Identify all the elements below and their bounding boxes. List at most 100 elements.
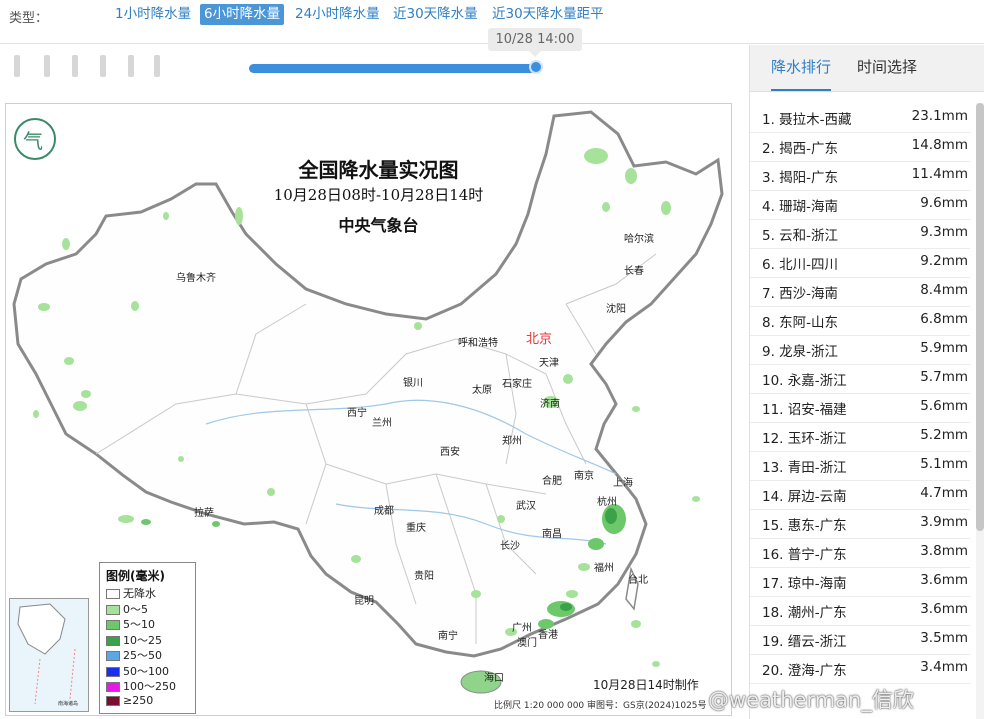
city-label: 昆明	[354, 596, 374, 607]
legend-item: 100～250	[106, 678, 176, 693]
legend-item: 50～100	[106, 663, 169, 678]
scale-note: 比例尺 1:20 000 000 审图号：GS京(2024)1025号	[494, 701, 707, 711]
ranking-row[interactable]: 18. 潮州-广东 3.6mm	[750, 596, 970, 626]
ranking-value: 3.8mm	[920, 543, 968, 559]
ranking-station: 7. 西沙-海南	[762, 286, 839, 302]
ranking-station: 20. 澄海-广东	[762, 663, 847, 679]
ranking-row[interactable]: 13. 青田-浙江 5.1mm	[750, 451, 970, 481]
legend-label: 0～5	[123, 602, 148, 616]
ranking-station: 12. 玉环-浙江	[762, 431, 847, 447]
ranking-station: 15. 惠东-广东	[762, 518, 847, 534]
ranking-value: 3.4mm	[920, 659, 968, 675]
ranking-value: 8.4mm	[920, 282, 968, 298]
ranking-value: 9.3mm	[920, 224, 968, 240]
ranking-value: 3.6mm	[920, 601, 968, 617]
ranking-row[interactable]: 12. 玉环-浙江 5.2mm	[750, 422, 970, 452]
legend-title: 图例(毫米)	[106, 569, 165, 583]
legend-item: 10～25	[106, 632, 162, 647]
ranking-station: 10. 永嘉-浙江	[762, 373, 847, 389]
ranking-row[interactable]: 8. 东阿-山东 6.8mm	[750, 306, 970, 336]
ranking-station: 18. 潮州-广东	[762, 605, 847, 621]
ranking-value: 11.4mm	[911, 166, 968, 182]
time-slider[interactable]	[249, 60, 543, 74]
map-legend: 图例(毫米) 无降水 0～5 5～10 10～25 25～50 50～100 100～250…	[99, 562, 196, 714]
time-slider-handle[interactable]	[529, 60, 543, 74]
ranking-value: 4.7mm	[920, 485, 968, 501]
tab-30d-anomaly[interactable]: 近30天降水量距平	[488, 4, 608, 25]
tab-time-select[interactable]: 时间选择	[857, 45, 917, 91]
legend-label: ≥250	[123, 693, 154, 707]
ranking-value: 3.9mm	[920, 514, 968, 530]
legend-label: 无降水	[123, 587, 156, 600]
tab-30d-precip[interactable]: 近30天降水量	[389, 4, 482, 25]
legend-label: 100～250	[123, 680, 176, 693]
ranking-row[interactable]: 1. 聂拉木-西藏 23.1mm	[750, 103, 970, 133]
map-title: 全国降水量实况图	[298, 158, 459, 182]
ranking-row[interactable]: 16. 普宁-广东 3.8mm	[750, 538, 970, 568]
city-label: 哈尔滨	[624, 234, 654, 245]
ranking-row[interactable]: 5. 云和-浙江 9.3mm	[750, 219, 970, 249]
type-label: 类型：	[9, 11, 49, 26]
legend-swatch	[106, 695, 120, 706]
city-label: 沈阳	[606, 304, 626, 315]
ranking-row[interactable]: 19. 缙云-浙江 3.5mm	[750, 625, 970, 655]
type-bar: 类型： 1小时降水量 6小时降水量 24小时降水量 近30天降水量 近30天降水…	[0, 0, 984, 30]
ranking-row[interactable]: 3. 揭阳-广东 11.4mm	[750, 161, 970, 191]
ranking-station: 19. 缙云-浙江	[762, 634, 847, 650]
city-label: 呼和浩特	[458, 338, 498, 349]
ranking-panel: 降水排行 时间选择 1. 聂拉木-西藏 23.1mm 2. 揭西-广东 14.8mm 3…	[749, 45, 984, 719]
tab-6h-precip[interactable]: 6小时降水量	[200, 4, 285, 25]
ranking-station: 8. 东阿-山东	[762, 315, 839, 331]
legend-swatch	[106, 651, 120, 661]
city-label: 上海	[613, 478, 633, 489]
ranking-scrollbar-thumb[interactable]	[976, 103, 984, 531]
ranking-value: 5.6mm	[920, 398, 968, 414]
ranking-row[interactable]: 17. 琼中-海南 3.6mm	[750, 567, 970, 597]
ranking-station: 2. 揭西-广东	[762, 141, 839, 157]
ranking-scrollbar[interactable]	[976, 103, 984, 719]
ranking-value: 5.7mm	[920, 369, 968, 385]
ranking-row[interactable]: 20. 澄海-广东 3.4mm	[750, 654, 970, 684]
city-label: 南宁	[438, 631, 458, 642]
city-label: 杭州	[597, 497, 617, 508]
map-subtitle: 10月28日08时-10月28日14时	[273, 186, 484, 204]
city-label: 合肥	[542, 476, 562, 487]
ranking-row[interactable]: 10. 永嘉-浙江 5.7mm	[750, 364, 970, 394]
legend-swatch	[106, 635, 120, 646]
city-label: 兰州	[372, 418, 392, 429]
tab-1h-precip[interactable]: 1小时降水量	[111, 4, 195, 25]
south-china-sea-inset: 南海诸岛	[9, 598, 89, 712]
ranking-row[interactable]: 2. 揭西-广东 14.8mm	[750, 132, 970, 162]
precip-map: 气 全国降水量实况图 10月28日08时-10月28日14时 中央气象台 北京 …	[5, 103, 732, 716]
ranking-value: 3.6mm	[920, 572, 968, 588]
city-label: 拉萨	[194, 508, 214, 519]
city-label: 香港	[538, 630, 558, 641]
city-label: 澳门	[517, 638, 537, 649]
frame-thumbnails[interactable]	[14, 52, 174, 80]
tab-24h-precip[interactable]: 24小时降水量	[291, 4, 384, 25]
ranking-row[interactable]: 9. 龙泉-浙江 5.9mm	[750, 335, 970, 365]
ranking-value: 6.8mm	[920, 311, 968, 327]
legend-item: 5～10	[106, 616, 155, 631]
made-time: 10月28日14时制作	[593, 678, 699, 692]
ranking-value: 5.1mm	[920, 456, 968, 472]
city-label: 福州	[594, 563, 614, 574]
ranking-row[interactable]: 15. 惠东-广东 3.9mm	[750, 509, 970, 539]
ranking-row[interactable]: 4. 珊瑚-海南 9.6mm	[750, 190, 970, 220]
ranking-row[interactable]: 11. 诏安-福建 5.6mm	[750, 393, 970, 423]
city-label: 南京	[574, 471, 594, 482]
city-label: 台北	[628, 575, 648, 586]
city-label: 长沙	[500, 541, 520, 552]
time-slider-fill	[249, 64, 536, 73]
ranking-row[interactable]: 14. 屏边-云南 4.7mm	[750, 480, 970, 510]
ranking-row[interactable]: 6. 北川-四川 9.2mm	[750, 248, 970, 278]
tab-precip-ranking[interactable]: 降水排行	[771, 45, 832, 91]
ranking-value: 3.5mm	[920, 630, 968, 646]
ranking-tabs: 降水排行 时间选择	[750, 45, 984, 92]
ranking-value: 9.6mm	[920, 195, 968, 211]
legend-label: 50～100	[123, 664, 169, 678]
city-label: 西安	[440, 447, 460, 458]
ranking-row[interactable]: 7. 西沙-海南 8.4mm	[750, 277, 970, 307]
legend-swatch	[106, 666, 120, 677]
city-label: 西宁	[347, 408, 367, 419]
